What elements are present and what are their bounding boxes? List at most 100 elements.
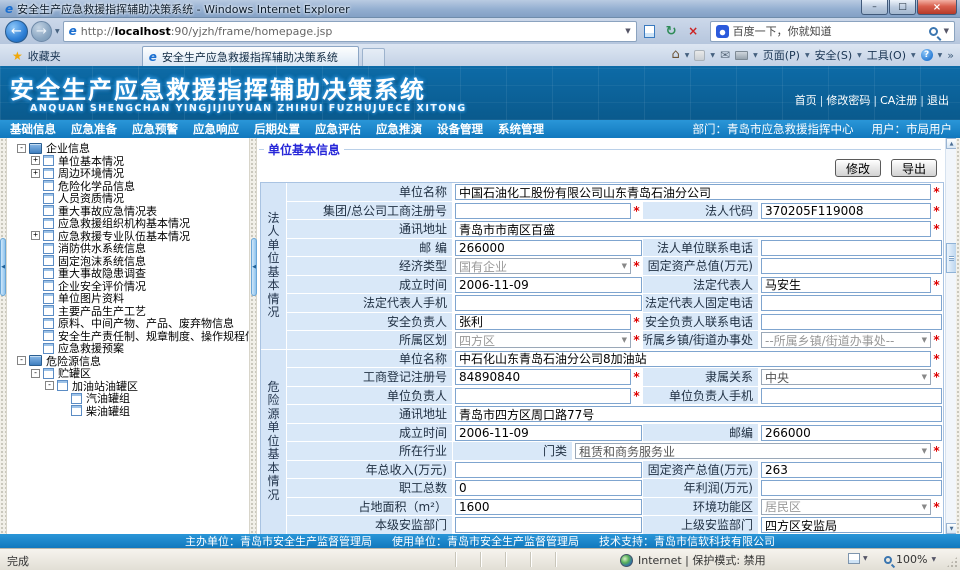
favorites-button[interactable]: ★ 收藏夹 (3, 46, 70, 66)
form-input[interactable] (455, 369, 631, 385)
form-input[interactable] (761, 462, 942, 478)
form-input[interactable] (761, 295, 942, 311)
print-dropdown-icon[interactable]: ▼ (753, 52, 758, 59)
menu-item[interactable]: 系统管理 (496, 121, 546, 137)
form-input[interactable] (455, 184, 931, 200)
back-button[interactable]: ← (5, 20, 28, 43)
tree-item[interactable]: 安全生产责任制、规章制度、操作规程信息 (7, 330, 249, 343)
select-arrow-icon[interactable]: ▼ (919, 373, 927, 381)
forward-button[interactable]: → (31, 21, 52, 42)
tree-item[interactable]: -企业信息 (7, 142, 249, 155)
form-input[interactable] (455, 406, 942, 422)
form-input[interactable] (455, 462, 642, 478)
expand-toggle-icon[interactable]: + (31, 156, 40, 165)
form-select[interactable]: 国有企业▼ (455, 258, 631, 274)
menu-item[interactable]: 应急评估 (313, 121, 363, 137)
address-input[interactable]: e http://localhost:90/yjzh/frame/homepag… (63, 21, 637, 42)
top-link-1[interactable]: 修改密码 (823, 92, 873, 108)
form-input[interactable] (761, 388, 942, 404)
tools-dropdown-icon[interactable]: ▼ (911, 52, 916, 59)
menu-item[interactable]: 应急推演 (374, 121, 424, 137)
safety-menu-button[interactable]: 安全(S) (815, 47, 853, 63)
compatibility-view-button[interactable] (640, 21, 659, 41)
help-icon[interactable]: ? (921, 49, 933, 61)
safety-dropdown-icon[interactable]: ▼ (857, 52, 862, 59)
form-input[interactable] (455, 240, 642, 256)
form-select[interactable]: --所属乡镇/街道办事处--▼ (761, 332, 931, 348)
form-input[interactable] (455, 277, 642, 293)
tree-item[interactable]: +单位基本情况 (7, 155, 249, 168)
top-link-3[interactable]: 退出 (924, 92, 952, 108)
search-dropdown-icon[interactable]: ▼ (944, 27, 949, 35)
tree-splitter[interactable]: ◀ (249, 138, 257, 534)
select-arrow-icon[interactable]: ▼ (919, 336, 927, 344)
form-input[interactable] (455, 351, 931, 367)
form-input[interactable] (455, 203, 631, 219)
menu-item[interactable]: 基础信息 (8, 121, 58, 137)
feeds-icon[interactable] (694, 50, 705, 61)
menu-item[interactable]: 应急准备 (69, 121, 119, 137)
menu-item[interactable]: 后期处置 (252, 121, 302, 137)
tree-item[interactable]: 柴油罐组 (7, 405, 249, 418)
select-arrow-icon[interactable]: ▼ (619, 336, 627, 344)
address-dropdown-icon[interactable]: ▼ (625, 27, 630, 35)
left-splitter[interactable]: ◀ (0, 138, 7, 534)
overflow-chevron-icon[interactable]: » (947, 49, 954, 62)
form-input[interactable] (455, 517, 642, 533)
form-input[interactable] (455, 388, 631, 404)
collapse-toggle-icon[interactable]: - (17, 356, 26, 365)
form-input[interactable] (761, 258, 942, 274)
collapse-toggle-icon[interactable]: - (17, 144, 26, 153)
menu-item[interactable]: 设备管理 (435, 121, 485, 137)
new-tab-button[interactable] (362, 48, 385, 66)
collapse-toggle-icon[interactable]: - (31, 369, 40, 378)
form-scrollbar[interactable]: ▲ ▼ (945, 138, 956, 534)
print-icon[interactable] (735, 51, 748, 60)
help-dropdown-icon[interactable]: ▼ (938, 52, 943, 59)
refresh-button[interactable]: ↻ (662, 21, 681, 41)
form-input[interactable] (455, 499, 642, 515)
select-arrow-icon[interactable]: ▼ (919, 503, 927, 511)
form-input[interactable] (455, 295, 642, 311)
resize-grip[interactable] (946, 556, 958, 568)
zoom-control[interactable]: 100% ▼ (884, 553, 936, 566)
form-input[interactable] (761, 425, 942, 441)
menu-item[interactable]: 应急预警 (130, 121, 180, 137)
stop-button[interactable]: × (684, 21, 703, 41)
form-select[interactable]: 租赁和商务服务业▼ (575, 443, 931, 459)
home-icon[interactable]: ⌂ (672, 50, 680, 60)
zoom-dropdown-icon[interactable]: ▼ (931, 556, 936, 563)
menu-item[interactable]: 应急响应 (191, 121, 241, 137)
form-input[interactable] (761, 480, 942, 496)
close-button[interactable]: × (917, 0, 957, 15)
tools-menu-button[interactable]: 工具(O) (867, 47, 906, 63)
tab-active[interactable]: e 安全生产应急救援指挥辅助决策系统 (142, 46, 359, 66)
collapse-left-handle[interactable]: ◀ (0, 238, 6, 296)
search-icon[interactable] (929, 27, 938, 36)
tree-item[interactable]: 危险化学品信息 (7, 180, 249, 193)
tree-item[interactable]: 企业安全评价情况 (7, 280, 249, 293)
top-link-0[interactable]: 首页 (792, 92, 820, 108)
form-input[interactable] (455, 480, 642, 496)
form-select[interactable]: 四方区▼ (455, 332, 631, 348)
modify-button[interactable]: 修改 (835, 159, 881, 177)
page-menu-button[interactable]: 页面(P) (763, 47, 800, 63)
compat-dropdown-icon[interactable]: ▼ (863, 555, 868, 562)
select-arrow-icon[interactable]: ▼ (919, 447, 927, 455)
recent-pages-dropdown-icon[interactable]: ▼ (55, 28, 60, 35)
export-button[interactable]: 导出 (891, 159, 937, 177)
form-input[interactable] (761, 314, 942, 330)
compatibility-status[interactable]: ▼ (848, 553, 868, 564)
home-dropdown-icon[interactable]: ▼ (685, 52, 690, 59)
tree-item[interactable]: -危险源信息 (7, 355, 249, 368)
form-input[interactable] (761, 203, 931, 219)
form-input[interactable] (761, 240, 942, 256)
search-input[interactable]: 百度一下，你就知道 ▼ (710, 21, 955, 42)
form-input[interactable] (761, 517, 942, 533)
form-input[interactable] (455, 425, 642, 441)
feeds-dropdown-icon[interactable]: ▼ (710, 52, 715, 59)
page-dropdown-icon[interactable]: ▼ (805, 52, 810, 59)
minimize-button[interactable]: – (861, 0, 888, 15)
collapse-toggle-icon[interactable]: - (45, 381, 54, 390)
top-link-2[interactable]: CA注册 (877, 92, 920, 108)
